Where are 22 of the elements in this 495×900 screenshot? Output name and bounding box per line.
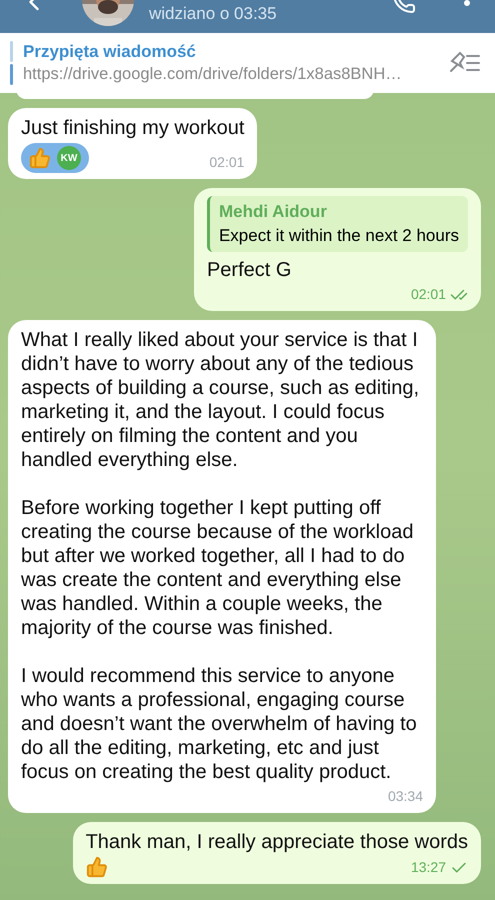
pinned-text: https://drive.google.com/drive/folders/1x8as8BNH… [23,64,403,85]
message-text: I would recommend this service to anyone who wants a professional, engaging course and doesn’t want the overwhelm of having to do all the editing, marketing, etc and just focus on creating the best quality product. [21,664,418,784]
reply-text: Expect it within the next 2 hours [218,225,459,247]
message-time: 13:27 [410,858,446,877]
message-time: 03:34 [388,787,423,806]
message-text: Just finishing my workout [21,116,244,140]
more-icon[interactable] [464,0,470,8]
message-text: Before working together I kept putting off creating the course because of the workload but after we worked together, all I had to do was create the content and everything else was handled. Within a couple weeks, the majority of the course was finished. [21,496,414,640]
reply-quote[interactable]: Mehdi Aidour Expect it within the next 2 hours [206,196,468,252]
pin-list-icon[interactable] [447,51,481,75]
last-seen-status: widziano o 03:35 [149,4,277,24]
reaction-avatar: KW [57,146,81,170]
pinned-title: Przypięta wiadomość [23,41,197,63]
message-time: 02:01 [209,153,244,172]
reaction[interactable]: KW [21,143,89,173]
thumbs-up-icon [29,147,51,169]
reply-author: Mehdi Aidour [218,201,328,223]
message-time: 02:01 [410,285,446,304]
message-text: Thank man, I really appreciate those words [86,830,468,854]
message-text: Perfect G [206,258,292,282]
pinned-message-bar[interactable]: Przypięta wiadomość https://drive.google.com/drive/folders/1x8as8BNH… [0,33,495,93]
message-text: What I really liked about your service is that I didn’t have to worry about any of the tedious aspects of building a course, such as editing, marketing it, and the layout. I could focus entirely on filming the content and you handled everything else. [21,328,420,472]
